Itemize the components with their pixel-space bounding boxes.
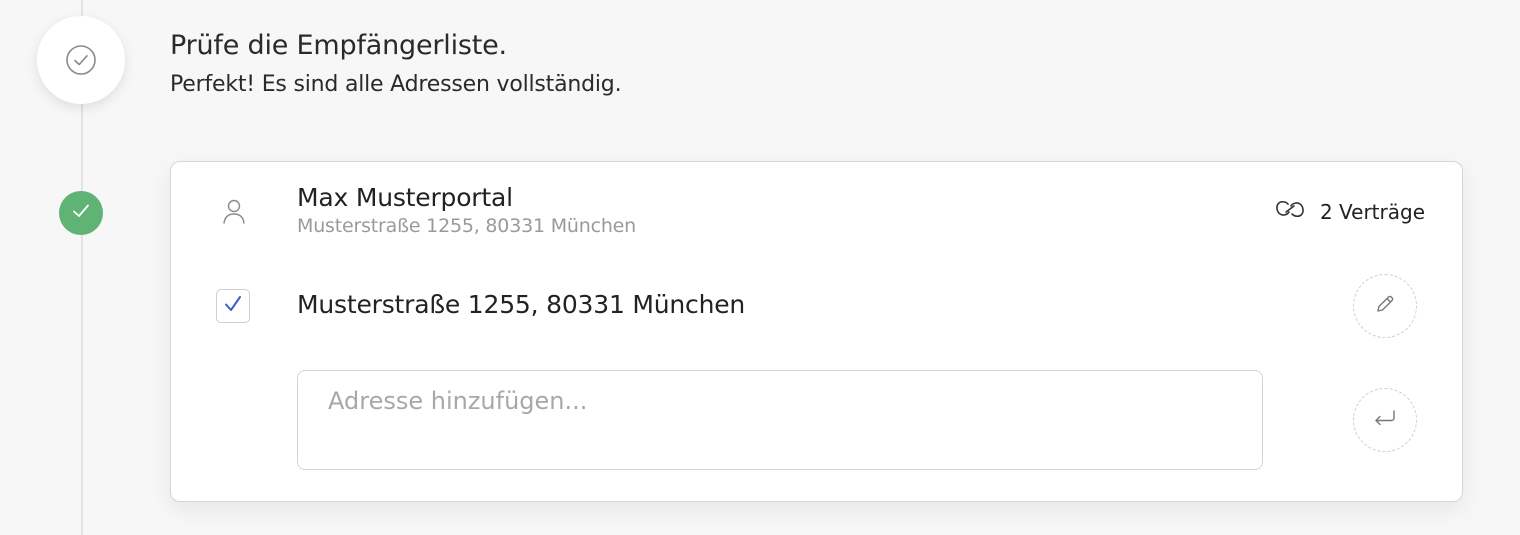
recipient-header: Max Musterportal Musterstraße 1255, 8033… [171, 162, 1462, 262]
recipient-status-badge [59, 191, 103, 235]
step-subtitle: Perfekt! Es sind alle Adressen vollständ… [170, 72, 622, 97]
address-checkbox[interactable] [216, 289, 250, 323]
address-text: Musterstraße 1255, 80331 München [297, 290, 746, 319]
step-title: Prüfe die Empfängerliste. [170, 30, 507, 61]
check-icon [70, 200, 92, 226]
check-circle-icon [65, 44, 97, 76]
step-status-circle [37, 16, 125, 104]
recipient-name: Max Musterportal [297, 183, 513, 212]
checkmark-icon [222, 293, 244, 319]
edit-address-button[interactable] [1353, 274, 1417, 338]
recipient-card: Max Musterportal Musterstraße 1255, 8033… [170, 161, 1463, 502]
pencil-icon [1373, 292, 1397, 320]
contracts-label: 2 Verträge [1319, 199, 1425, 224]
person-icon [221, 197, 247, 231]
recipient-address: Musterstraße 1255, 80331 München [297, 215, 636, 237]
submit-address-button[interactable] [1353, 388, 1417, 452]
contracts-link[interactable]: 2 Verträge [1274, 197, 1425, 226]
link-icon [1274, 197, 1306, 226]
enter-icon [1372, 407, 1398, 433]
add-address-input[interactable] [297, 370, 1263, 470]
